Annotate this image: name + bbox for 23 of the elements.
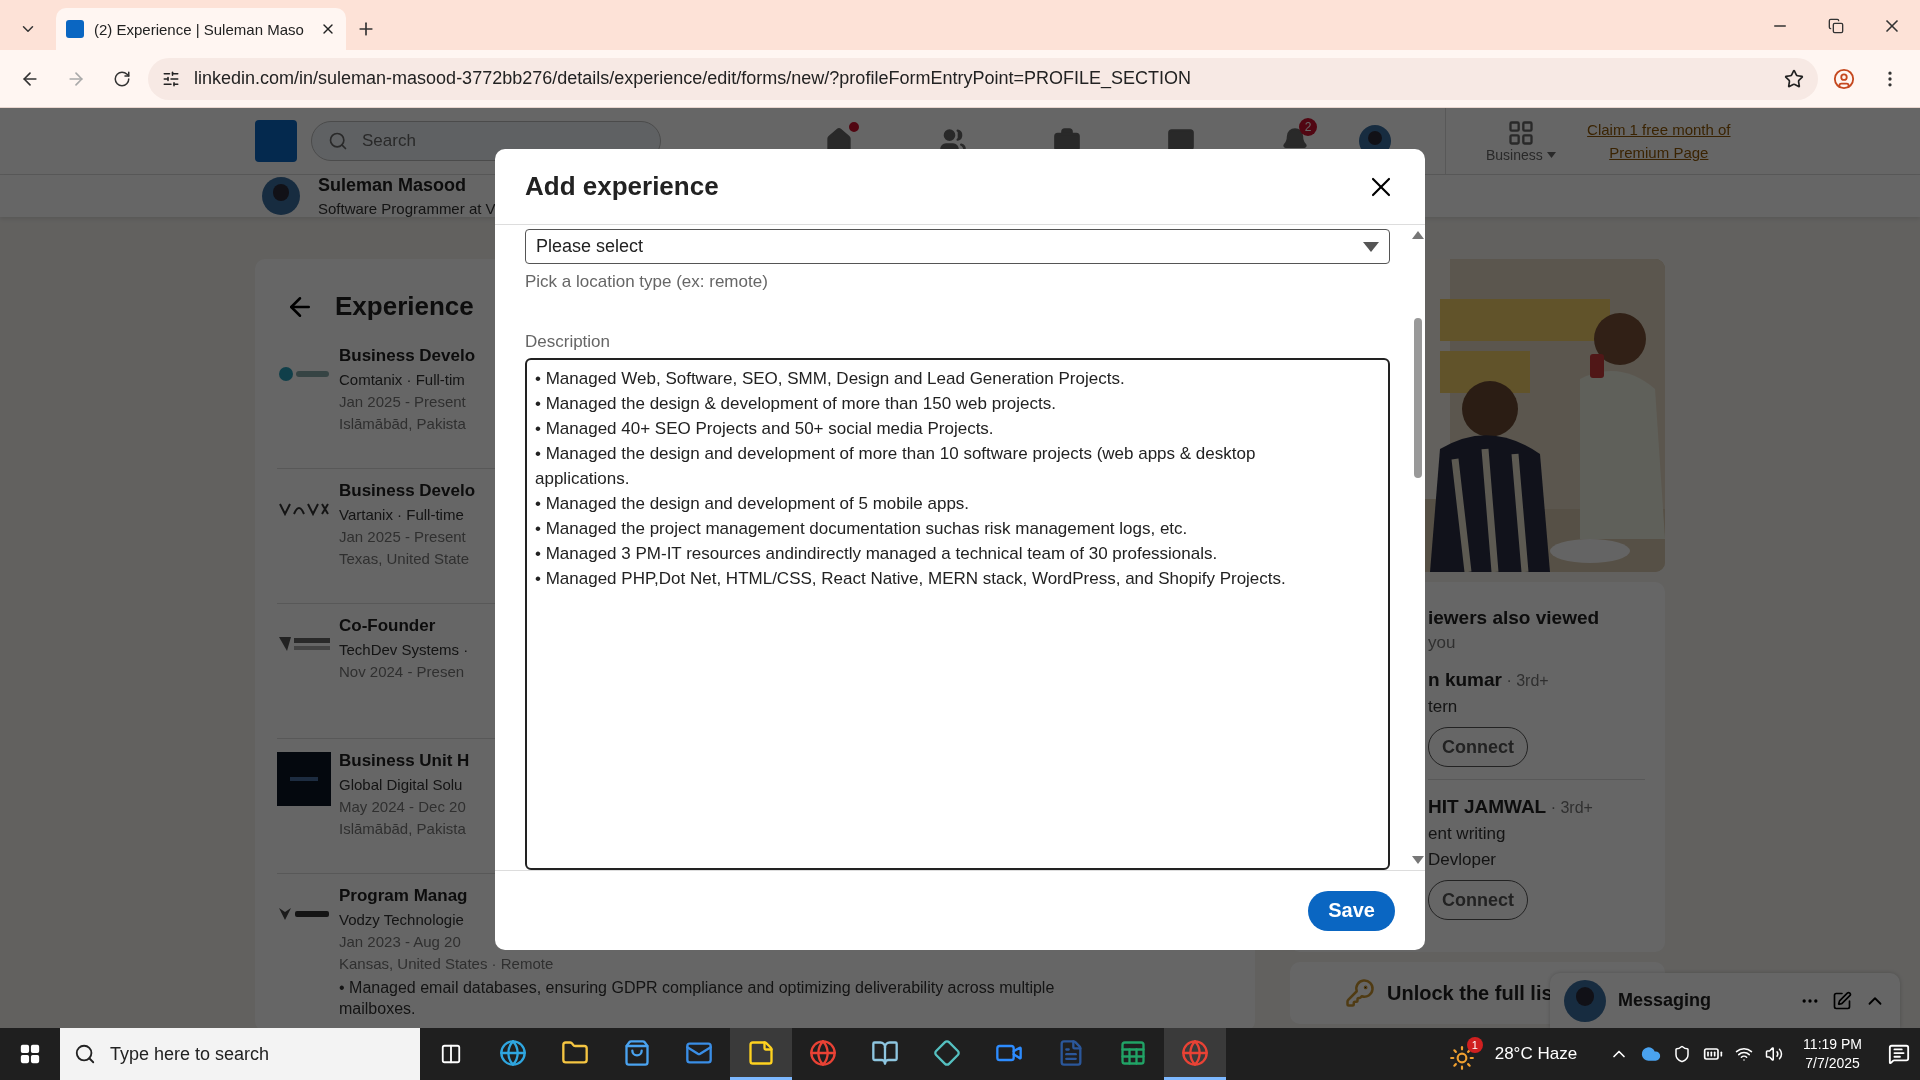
notification-badge: 2: [1299, 118, 1317, 136]
job-detail: Global Digital Solu: [339, 776, 464, 793]
profile-headline: Software Programmer at V: [318, 200, 496, 217]
messaging-title: Messaging: [1618, 990, 1713, 1011]
job-title: Co-Founder: [339, 616, 437, 636]
job-detail: TechDev Systems ·: [339, 641, 469, 658]
job-detail: Vartanix · Full-time: [339, 506, 465, 523]
job-detail: Vodzy Technologie: [339, 911, 465, 928]
job-title: Program Manag: [339, 886, 469, 906]
field-label: Description: [525, 332, 612, 353]
section-title: Experience: [335, 291, 474, 322]
person-headline: ent writing: [1428, 824, 1507, 844]
job-title: Business Develo: [339, 346, 476, 366]
person-headline: tern: [1428, 697, 1459, 717]
card-title: iewers also viewed: [1428, 607, 1601, 629]
job-description: • Managed email databases, ensuring GDPR compliance and optimizing deliverability across multiple mailboxes.: [339, 978, 1056, 1019]
field-hint: Pick a location type (ex: remote): [525, 272, 769, 293]
job-detail: Comtanix · Full-tim: [339, 371, 466, 388]
job-title: Business Unit H: [339, 751, 470, 771]
profile-name: Suleman Masood: [318, 175, 468, 196]
modal-title: Add experience: [525, 171, 719, 202]
job-title: Business Develo: [339, 481, 476, 501]
person-headline: Devloper: [1428, 850, 1498, 870]
